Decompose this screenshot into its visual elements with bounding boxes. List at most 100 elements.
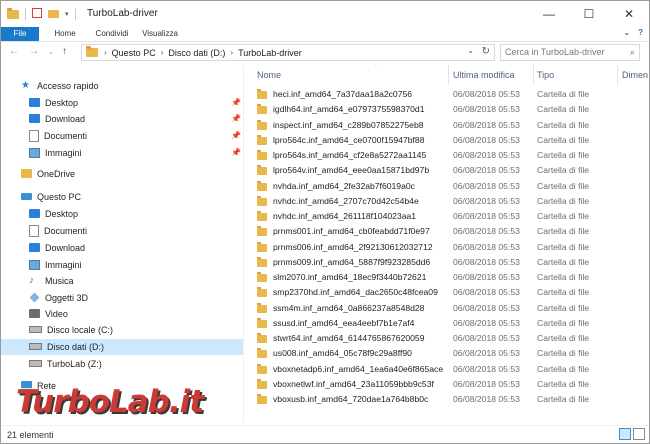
nav-label: TurboLab (Z:) (47, 359, 102, 369)
large-icons-view-icon[interactable] (633, 428, 645, 440)
back-arrow-icon[interactable]: ← (9, 46, 19, 57)
folder-icon (257, 256, 267, 267)
column-header-name[interactable]: Nome (257, 65, 281, 85)
forward-arrow-icon[interactable]: → (29, 46, 39, 57)
search-input[interactable]: Cerca in TurboLab-driver ⌕ (500, 44, 640, 61)
nav-item-drive-z[interactable]: TurboLab (Z:) (29, 356, 102, 372)
up-arrow-icon[interactable]: ↑ (62, 46, 67, 57)
table-row[interactable]: ssusd.inf_amd64_eea4eebf7b1e7af4 06/08/20… (250, 316, 649, 331)
help-icon[interactable]: ? (638, 28, 643, 37)
table-row[interactable]: stwrt64.inf_amd64_6144765867620059 06/08/… (250, 331, 649, 346)
table-row[interactable]: prnms001.inf_amd64_cb0feabdd71f0e97 06/08… (250, 224, 649, 239)
table-row[interactable]: ssm4m.inf_amd64_0a866237a8548d28 06/08/20… (250, 301, 649, 316)
table-row[interactable]: vboxnetlwf.inf_amd64_23a11059bbb9c53f 06/… (250, 377, 649, 392)
table-row[interactable]: slm2070.inf_amd64_18ec9f3440b72621 06/08/… (250, 270, 649, 285)
table-row[interactable]: smp2370hd.inf_amd64_dac2650c48fcea09 06/0… (250, 285, 649, 300)
nav-item-images-quick[interactable]: Immagini 📌 (29, 145, 241, 161)
column-header-size[interactable]: Dimen (622, 65, 648, 85)
table-row[interactable]: vboxusb.inf_amd64_720dae1a764b8b0c 06/08/… (250, 392, 649, 407)
refresh-icon[interactable]: ↻ (482, 46, 490, 57)
nav-item-desktop[interactable]: Desktop (29, 206, 78, 222)
nav-item-images[interactable]: Immagini (29, 257, 82, 273)
table-row[interactable]: us008.inf_amd64_05c78f9c29a8ff90 06/08/20… (250, 346, 649, 361)
file-modified: 06/08/2018 05:53 (453, 317, 520, 328)
address-bar[interactable]: › Questo PC › Disco dati (D:) › TurboLab… (81, 44, 495, 61)
nav-onedrive[interactable]: OneDrive (21, 166, 75, 182)
nav-item-drive-c[interactable]: Disco locale (C:) (29, 322, 113, 338)
column-separator[interactable] (533, 65, 534, 85)
pin-icon[interactable]: 📌 (231, 95, 241, 111)
nav-item-download-quick[interactable]: Download 📌 (29, 111, 241, 127)
close-button[interactable]: ✕ (609, 1, 649, 27)
folder-icon (257, 333, 267, 343)
nav-label: Video (45, 309, 68, 319)
minimize-button[interactable]: — (529, 1, 569, 27)
table-row[interactable]: prnms006.inf_amd64_2f92130612032712 06/08… (250, 240, 649, 255)
tab-home[interactable]: Home (51, 27, 79, 41)
nav-label: Download (45, 114, 86, 124)
pin-icon[interactable]: 📌 (231, 145, 241, 161)
nav-item-drive-d[interactable]: Disco dati (D:) (1, 339, 243, 355)
nav-item-music[interactable]: ♪ Musica (29, 273, 74, 289)
tab-file[interactable]: File (1, 27, 39, 41)
pane-splitter[interactable] (243, 65, 244, 423)
image-icon (29, 259, 40, 270)
details-view-icon[interactable] (619, 428, 631, 440)
document-icon (29, 129, 39, 142)
nav-item-desktop-quick[interactable]: Desktop 📌 (29, 95, 241, 111)
folder-icon (7, 7, 19, 19)
table-row[interactable]: heci.inf_amd64_7a37daa18a2c0756 06/08/201… (250, 87, 649, 102)
tab-view[interactable]: Visualizza (140, 27, 180, 41)
column-separator[interactable] (617, 65, 618, 85)
table-row[interactable]: nvhdc.inf_amd64_2707c70d42c54b4e 06/08/20… (250, 194, 649, 209)
chevron-right-icon[interactable]: › (104, 48, 107, 57)
nav-item-download[interactable]: Download (29, 240, 85, 256)
chevron-down-icon[interactable]: ▾ (65, 10, 69, 18)
table-row[interactable]: nvhda.inf_amd64_2fe32ab7f6019a0c 06/08/20… (250, 179, 649, 194)
chevron-right-icon[interactable]: › (161, 48, 164, 57)
maximize-button[interactable]: ☐ (569, 1, 609, 27)
nav-this-pc[interactable]: Questo PC (21, 189, 81, 205)
nav-item-3d-objects[interactable]: Oggetti 3D (29, 290, 88, 306)
table-row[interactable]: inspect.inf_amd64_c289b07852275eb8 06/08/… (250, 118, 649, 133)
breadcrumb-this-pc[interactable]: Questo PC (112, 48, 156, 58)
table-row[interactable]: prnms009.inf_amd64_5887f9f923285dd6 06/08… (250, 255, 649, 270)
file-name: igdlh64.inf_amd64_e0797375598370d1 (273, 104, 425, 115)
file-type: Cartella di file (537, 272, 590, 282)
nav-quick-access[interactable]: ★ Accesso rapido (21, 78, 99, 94)
chevron-down-icon[interactable]: ⌄ (467, 46, 474, 55)
table-row[interactable]: igdlh64.inf_amd64_e0797375598370d1 06/08/… (250, 102, 649, 117)
chevron-right-icon[interactable]: › (230, 48, 233, 57)
nav-item-documents-quick[interactable]: Documenti 📌 (29, 128, 241, 144)
tab-share[interactable]: Condividi (90, 27, 134, 41)
pin-icon[interactable]: 📌 (231, 111, 241, 127)
table-row[interactable]: lpro564s.inf_amd64_cf2e8a5272aa1145 06/08… (250, 148, 649, 163)
nav-label: Immagini (45, 148, 82, 158)
nav-item-video[interactable]: Video (29, 306, 68, 322)
file-list: ^ Nome Ultima modifica Tipo Dimen heci.i… (250, 65, 649, 423)
table-row[interactable]: lpro564v.inf_amd64_eee0aa15871bd97b 06/08… (250, 163, 649, 178)
file-type: Cartella di file (537, 378, 590, 389)
column-separator[interactable] (448, 65, 449, 85)
new-folder-icon[interactable] (48, 10, 59, 18)
properties-icon[interactable] (32, 8, 42, 18)
column-header-type[interactable]: Tipo (537, 65, 554, 85)
column-header-modified[interactable]: Ultima modifica (453, 65, 515, 85)
table-row[interactable]: nvhdc.inf_amd64_261118f104023aa1 06/08/20… (250, 209, 649, 224)
folder-icon (257, 394, 267, 404)
folder-icon (257, 287, 267, 298)
network-drive-icon (29, 360, 42, 368)
breadcrumb-drive-d[interactable]: Disco dati (D:) (168, 48, 225, 58)
file-modified: 06/08/2018 05:53 (453, 256, 520, 267)
recent-locations-icon[interactable]: ⌄ (48, 48, 54, 56)
breadcrumb-folder[interactable]: TurboLab-driver (238, 48, 302, 58)
chevron-down-icon[interactable]: ⌄ (623, 28, 630, 37)
pin-icon[interactable]: 📌 (231, 128, 241, 144)
nav-item-documents[interactable]: Documenti (29, 223, 87, 239)
file-type: Cartella di file (537, 302, 590, 313)
file-type: Cartella di file (537, 226, 590, 237)
nav-label: Documenti (44, 226, 88, 236)
file-modified: 06/08/2018 05:53 (453, 150, 520, 160)
table-row[interactable]: lpro564c.inf_amd64_ce0700f15947bf88 06/08… (250, 133, 649, 148)
table-row[interactable]: vboxnetadp6.inf_amd64_1ea6a40e6f865ace 06… (250, 362, 649, 377)
